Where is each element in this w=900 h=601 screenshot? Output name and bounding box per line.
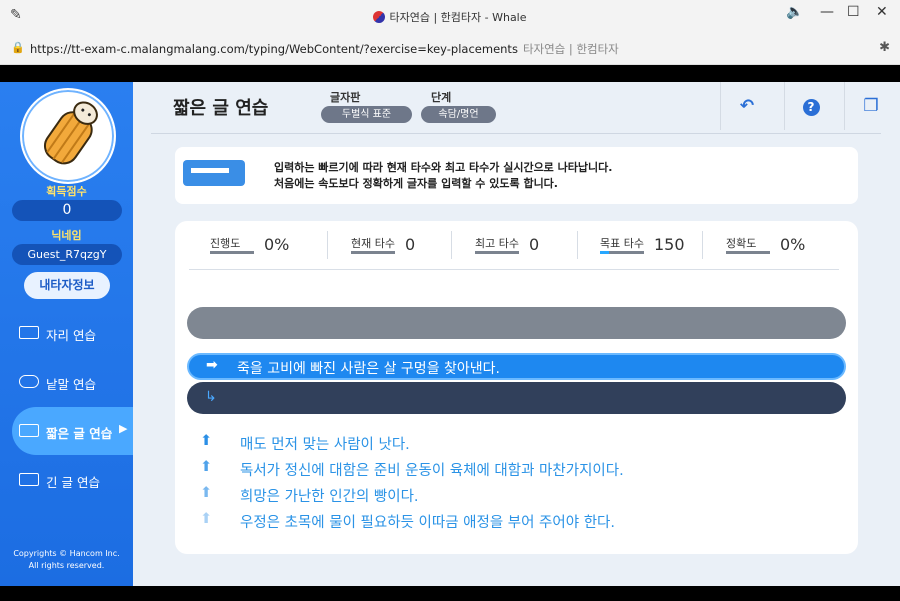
info-text: 입력하는 빠르기에 따라 현재 타수와 최고 타수가 실시간으로 나타납니다. … [274,160,612,192]
upcoming-text: 매도 먼저 맞는 사람이 낫다. [240,437,410,453]
arrow-right-icon: ➡ [206,357,218,373]
nav-label: 긴 글 연습 [46,475,100,490]
page-title: 짧은 글 연습 [173,98,269,119]
stat-value: 0 [405,235,416,254]
enter-arrow-icon: ↳ [205,389,217,405]
header-divider [151,133,881,134]
stat-value: 0% [264,235,290,254]
address-bar[interactable]: 🔒 https://tt-exam-c.malangmalang.com/typ… [0,33,900,65]
lock-icon: 🔒 [11,41,25,54]
stat-bar [600,251,644,254]
copyright: Copyrights © Hancom Inc. All rights rese… [0,548,133,572]
my-info-button[interactable]: 내타자정보 [24,272,110,299]
pencil-character-icon [43,101,98,165]
stat-label: 현재 타수 [351,237,395,250]
stat-value: 0% [780,235,806,254]
score-value: 0 [12,200,122,221]
typing-panel: 진행도 0% 현재 타수 0 최고 타수 0 목표 타수 150 정확도 0% [175,221,858,554]
current-sentence: 죽을 고비에 빠진 사람은 살 구멍을 찾아낸다. [237,361,500,377]
url-subtitle: 타자연습 | 한컴타자 [522,42,619,56]
info-line1: 입력하는 빠르기에 따라 현재 타수와 최고 타수가 실시간으로 나타납니다. [274,161,613,174]
stat-bar [475,251,519,254]
browser-titlebar: ✎ 타자연습 | 한컴타자 - Whale 🔈 — ☐ ✕ [0,0,900,33]
upcoming-text: 우정은 초목에 물이 필요하듯 이따금 애정을 부어 주어야 한다. [240,515,615,531]
speech-bubble-icon [19,375,39,388]
upcoming-text: 독서가 정신에 대함은 준비 운동이 육체에 대함과 마찬가지이다. [240,463,624,479]
stat-divider [451,231,452,259]
favicon-icon [373,11,386,23]
current-sentence-bar: ➡ 죽을 고비에 빠진 사람은 살 구멍을 찾아낸다. [187,353,846,380]
page-bottom-strip [0,586,900,601]
stat-divider [327,231,328,259]
nav-label: 자리 연습 [46,328,96,343]
stat-label: 목표 타수 [600,237,644,250]
info-box: 입력하는 빠르기에 따라 현재 타수와 최고 타수가 실시간으로 나타납니다. … [175,147,858,204]
stat-value: 0 [529,235,540,254]
nav-item-long-text[interactable]: 긴 글 연습 [0,456,133,504]
url: https://tt-exam-c.malangmalang.com/typin… [30,42,518,56]
main-content: 짧은 글 연습 글자판 두벌식 표준 단계 속담/명언 ↶ ? ❐ 입력하는 빠… [133,82,900,586]
stat-divider [577,231,578,259]
extensions-icon[interactable]: ✱ [879,40,890,55]
stat-label: 진행도 [210,237,241,250]
window-title-wrap: 타자연습 | 한컴타자 - Whale [0,9,900,25]
upcoming-text: 희망은 가난한 인간의 빵이다. [240,489,419,505]
typing-input[interactable]: ↳ [187,382,846,414]
nickname-value: Guest_R7qzgY [12,244,122,265]
window-title: 타자연습 | 한컴타자 - Whale [389,11,527,24]
sidebar: 획득점수 0 닉네임 Guest_R7qzgY 내타자정보 자리 연습 낱말 연… [0,82,133,586]
nav-label: 짧은 글 연습 [46,426,113,441]
nav-item-word[interactable]: 낱말 연습 [0,358,133,406]
arrow-up-icon: ⬆ [200,433,213,449]
windows-icon: ❐ [863,96,879,116]
keyboard-bubble-icon [183,160,245,186]
nav-item-key-placement[interactable]: 자리 연습 [0,309,133,357]
stat-bar [351,251,395,254]
help-button[interactable]: ? [784,82,837,130]
short-text-icon [19,424,39,437]
stat-bar [210,251,254,254]
arrow-up-icon: ⬆ [200,459,213,475]
maximize-icon[interactable]: ☐ [847,4,860,20]
nav-item-short-text[interactable]: 짧은 글 연습 ▶ [12,407,133,455]
copyright-line2: All rights reserved. [28,561,105,570]
url-text[interactable]: https://tt-exam-c.malangmalang.com/typin… [30,41,619,57]
stat-label: 최고 타수 [475,237,519,250]
page-top-strip [0,65,900,82]
nickname-label: 닉네임 [51,229,82,242]
undo-arrow-icon: ↶ [739,96,755,116]
speaker-icon[interactable]: 🔈 [786,4,803,20]
keyboard-icon [19,326,39,339]
stat-divider [702,231,703,259]
stat-value: 150 [654,235,685,254]
arrow-up-icon: ⬆ [200,485,213,501]
stats-divider [189,269,839,270]
level-label: 단계 [431,91,452,104]
popup-button[interactable]: ❐ [844,82,897,130]
nav-label: 낱말 연습 [46,377,96,392]
header: 짧은 글 연습 글자판 두벌식 표준 단계 속담/명언 ↶ ? ❐ [133,82,900,130]
chevron-right-icon: ▶ [119,422,128,435]
arrow-up-icon: ⬆ [200,511,213,527]
help-icon: ? [802,99,820,116]
score-label: 획득점수 [46,185,87,198]
stat-bar [726,251,770,254]
copyright-line1: Copyrights © Hancom Inc. [13,549,120,558]
back-button[interactable]: ↶ [720,82,773,130]
keyboard-label: 글자판 [330,91,361,104]
level-select[interactable]: 속담/명언 [421,106,496,123]
preview-bar [187,307,846,339]
stat-label: 정확도 [726,237,757,250]
long-text-icon [19,473,39,486]
info-line2: 처음에는 속도보다 정확하게 글자를 입력할 수 있도록 합니다. [274,177,558,190]
minimize-icon[interactable]: — [820,4,834,20]
avatar[interactable] [20,88,116,184]
target-fill [600,251,609,254]
close-icon[interactable]: ✕ [876,4,888,20]
keyboard-select[interactable]: 두벌식 표준 [321,106,412,123]
